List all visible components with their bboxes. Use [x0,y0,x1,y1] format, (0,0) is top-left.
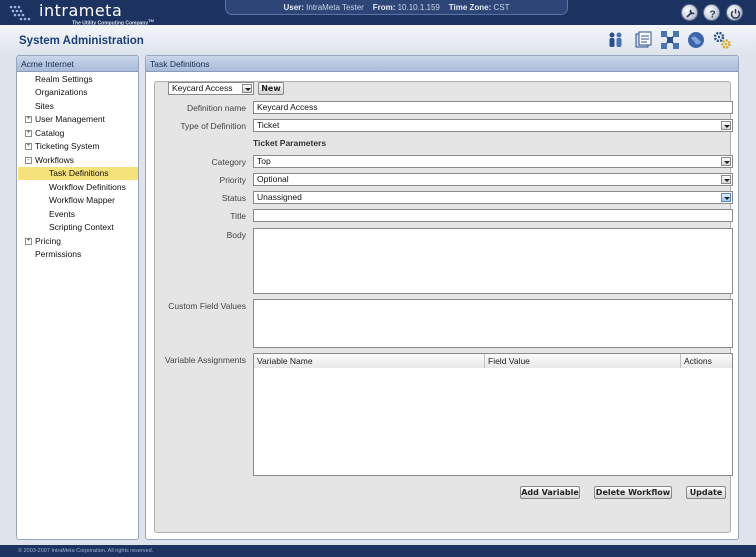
expand-icon[interactable]: + [25,143,32,150]
documents-icon[interactable] [633,30,653,50]
title-input[interactable] [253,209,733,222]
status-select[interactable]: Unassigned [253,191,733,204]
definition-selector[interactable]: Keycard Access [168,82,254,95]
chevron-down-icon[interactable] [721,157,731,166]
title-label: Title [230,211,246,221]
expand-icon[interactable]: + [25,238,32,245]
body-label: Body [226,230,246,240]
sidebar-item-organizations[interactable]: Organizations [35,86,87,99]
delete-workflow-button[interactable]: Delete Workflow [594,486,672,499]
timezone-value: CST [493,3,510,12]
chevron-down-icon[interactable] [242,84,252,93]
definition-name-input[interactable]: Keycard Access [253,101,733,114]
user-value: IntraMeta Tester [306,3,364,12]
task-definition-form: Keycard Access New Definition name Keyca… [154,81,733,533]
sidebar-item-task-definitions[interactable]: Task Definitions [49,167,109,180]
main-panel: Task Definitions Keycard Access New Defi… [145,55,739,540]
help-icon[interactable]: ? [703,4,720,21]
variable-assignments-label: Variable Assignments [164,355,246,365]
column-header-actions[interactable]: Actions [681,354,732,368]
sidebar-item-ticketing-system[interactable]: + Ticketing System [25,140,99,153]
sidebar-item-workflow-definitions[interactable]: Workflow Definitions [49,181,126,194]
category-select[interactable]: Top [253,155,733,168]
status-label: Status [221,193,246,203]
chevron-down-icon[interactable] [721,193,731,202]
sidebar-item-realm-settings[interactable]: Realm Settings [35,73,93,86]
chevron-down-icon[interactable] [721,175,731,184]
type-of-definition-label: Type of Definition [180,121,246,131]
page-title: System Administration [19,35,144,47]
sidebar-item-sites[interactable]: Sites [35,100,54,113]
custom-field-values-textarea[interactable] [253,299,733,348]
sidebar-item-scripting-context[interactable]: Scripting Context [49,221,114,234]
new-button[interactable]: New [258,82,284,95]
footer-copyright: © 2003-2007 IntraMeta Corporation. All r… [0,545,756,557]
network-icon[interactable] [660,30,680,50]
from-label: From: [372,3,396,12]
top-bar: intrameta The Utility Computing CompanyT… [0,0,756,27]
sidebar-item-user-management[interactable]: + User Management [25,113,105,126]
from-value: 10.10.1.159 [397,3,440,12]
variable-assignments-table: Variable Name Field Value Actions [253,353,733,476]
intrameta-logo: intrameta The Utility Computing CompanyT… [8,1,168,27]
type-of-definition-select[interactable]: Ticket [253,119,733,132]
ticket-parameters-heading: Ticket Parameters [253,138,327,148]
expand-icon[interactable]: + [25,116,32,123]
session-info-bar: User: IntraMeta Tester From: 10.10.1.159… [225,0,568,15]
logo-mark-icon [9,5,31,21]
priority-select[interactable]: Optional [253,173,733,186]
timezone-label: Time Zone: [448,3,492,12]
sidebar-item-catalog[interactable]: + Catalog [25,127,64,140]
collapse-icon[interactable]: - [25,157,32,164]
column-header-field-value[interactable]: Field Value [485,354,681,368]
update-button[interactable]: Update [686,486,726,499]
logo-wordmark: intrameta [39,1,123,20]
svg-text:?: ? [710,10,716,20]
add-variable-button[interactable]: Add Variable [520,486,580,499]
sidebar-item-workflow-mapper[interactable]: Workflow Mapper [49,194,115,207]
priority-label: Priority [219,175,246,185]
wrench-icon[interactable] [681,4,698,21]
custom-field-values-label: Custom Field Values [168,301,246,311]
sidebar: Acme Internet Realm Settings Organizatio… [16,55,139,540]
globe-icon[interactable] [686,30,706,50]
column-header-variable-name[interactable]: Variable Name [254,354,485,368]
main-header: Task Definitions [146,56,738,72]
chevron-down-icon[interactable] [721,121,731,130]
sidebar-header: Acme Internet [17,56,138,72]
sidebar-item-pricing[interactable]: + Pricing [25,235,61,248]
expand-icon[interactable]: + [25,130,32,137]
definition-name-label: Definition name [186,103,246,113]
sidebar-item-events[interactable]: Events [49,208,75,221]
category-label: Category [211,157,247,167]
body-textarea[interactable] [253,228,733,294]
settings-gears-icon[interactable] [712,30,732,50]
user-label: User: [283,3,304,12]
sidebar-item-permissions[interactable]: Permissions [35,248,81,261]
sidebar-item-workflows[interactable]: - Workflows [25,154,74,167]
users-icon[interactable] [606,30,626,50]
title-bar: System Administration [0,25,756,55]
power-icon[interactable] [726,4,743,21]
